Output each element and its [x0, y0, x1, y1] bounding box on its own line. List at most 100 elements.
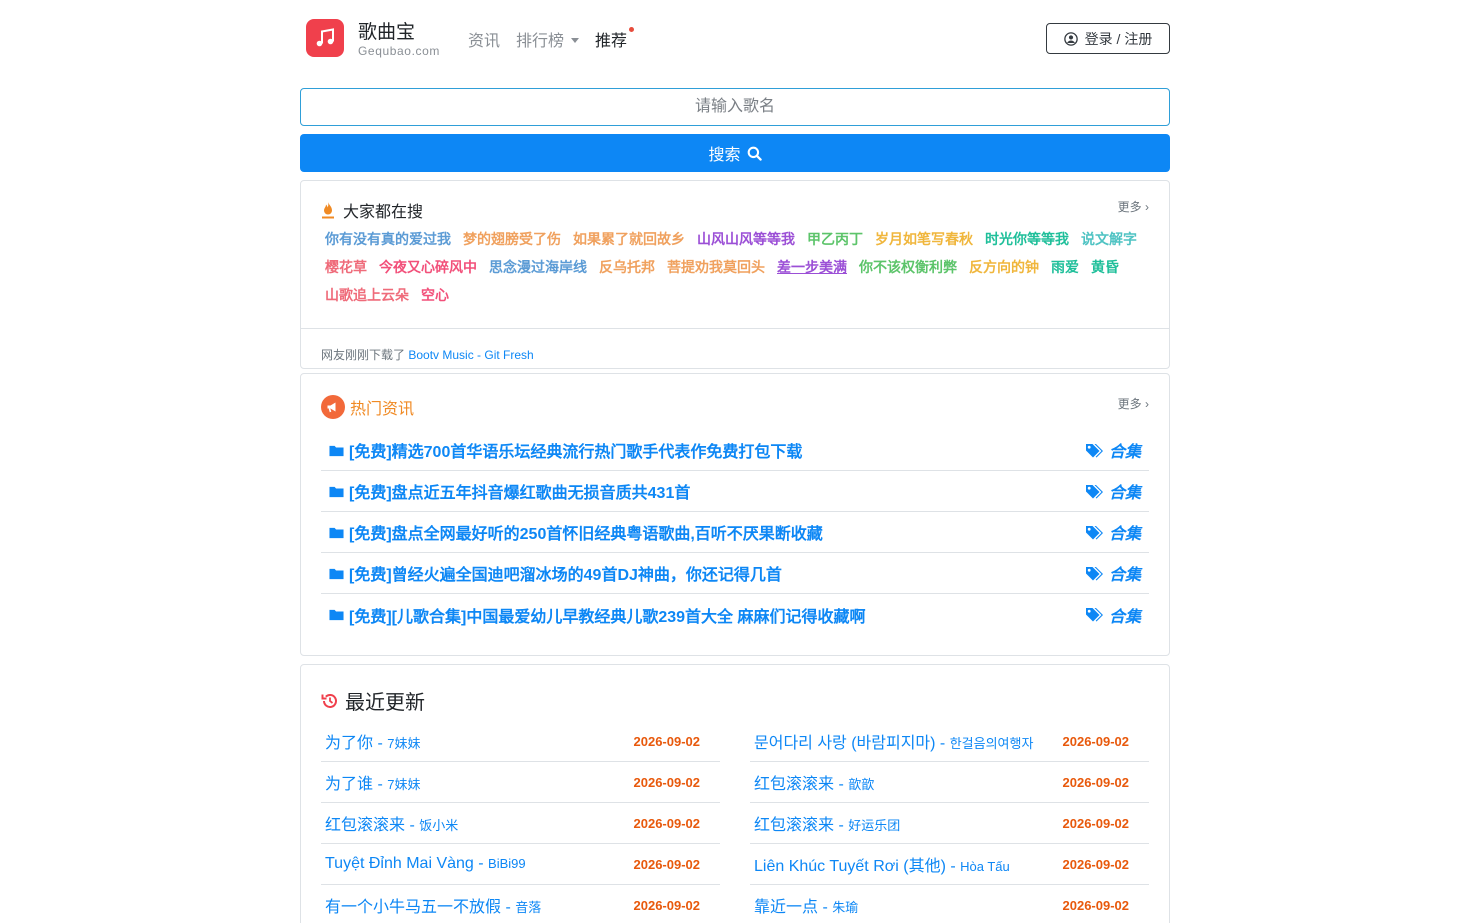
- update-date: 2026-09-02: [633, 733, 701, 749]
- song-title: 红包滚滚来: [754, 817, 835, 834]
- hot-more-link[interactable]: 更多 ›: [1118, 198, 1149, 215]
- song-title: 靠近一点: [754, 899, 819, 916]
- recent-row: 为了谁 - 7妹妹 2026-09-02: [321, 762, 720, 803]
- caret-down-icon: [571, 37, 580, 43]
- nav-item-ranking[interactable]: 排行榜: [516, 27, 580, 51]
- hot-tag[interactable]: 时光你等等我: [985, 230, 1069, 249]
- hot-tag[interactable]: 如果累了就回故乡: [573, 230, 685, 249]
- recent-column-right: 문어다리 사랑 (바람피지마) - 한걸음의여행자 2026-09-02 红包滚滚来…: [750, 721, 1149, 923]
- song-title: 红包滚滚来: [325, 817, 406, 834]
- hot-tag[interactable]: 梦的翅膀受了伤: [463, 230, 561, 249]
- song-artist: 7妹妹: [387, 736, 421, 751]
- hot-tag[interactable]: 反乌托邦: [599, 258, 655, 277]
- hot-tag[interactable]: 菩提劝我莫回头: [667, 258, 765, 277]
- news-row: [免费]曾经火遍全国迪吧溜冰场的49首DJ神曲，你还记得几首 合集: [321, 553, 1149, 594]
- song-artist: 饭小米: [419, 818, 459, 833]
- hot-tag[interactable]: 雨爱: [1051, 258, 1079, 277]
- news-tag-label: 合集: [1108, 567, 1141, 584]
- download-ticker: 网友刚刚下载了 Bootv Music - Git Fresh: [301, 328, 1169, 369]
- song-link[interactable]: 为了谁 - 7妹妹: [325, 770, 420, 794]
- hot-tag[interactable]: 空心: [421, 286, 449, 305]
- song-artist: BiBi99: [488, 856, 526, 871]
- update-date: 2026-09-02: [1062, 774, 1130, 790]
- news-link[interactable]: [免费]盘点全网最好听的250首怀旧经典粤语歌曲,百听不厌果断收藏: [329, 520, 823, 544]
- hot-tag[interactable]: 反方向的钟: [969, 258, 1039, 277]
- song-link[interactable]: 有一个小牛马五一不放假 - 音落: [325, 893, 541, 917]
- song-title: 有一个小牛马五一不放假: [325, 899, 502, 916]
- news-link[interactable]: [免费]精选700首华语乐坛经典流行热门歌手代表作免费打包下载: [329, 438, 802, 462]
- nav-item-news[interactable]: 资讯: [468, 27, 500, 51]
- recent-row: 红包滚滚来 - 饭小米 2026-09-02: [321, 803, 720, 844]
- folder-icon: [329, 445, 344, 456]
- update-date: 2026-09-02: [1062, 856, 1130, 872]
- recent-title: 最近更新: [321, 686, 425, 715]
- song-link[interactable]: Tuyệt Đỉnh Mai Vàng - BiBi99: [325, 855, 526, 873]
- song-link[interactable]: 문어다리 사랑 (바람피지마) - 한걸음의여행자: [754, 729, 1033, 753]
- nav-item-recommend[interactable]: 推荐: [595, 27, 635, 51]
- hot-tag[interactable]: 差一步美满: [777, 258, 847, 277]
- recent-row: Tuyệt Đỉnh Mai Vàng - BiBi99 2026-09-02: [321, 844, 720, 885]
- song-artist: Hòa Tấu: [960, 859, 1010, 874]
- news-tag-link[interactable]: 合集: [1085, 561, 1141, 585]
- recent-grid: 为了你 - 7妹妹 2026-09-02 为了谁 - 7妹妹 2026-09-02 红包…: [321, 721, 1149, 923]
- hot-tag[interactable]: 甲乙丙丁: [807, 230, 863, 249]
- hot-tag[interactable]: 你不该权衡利弊: [859, 258, 957, 277]
- news-title: [免费]曾经火遍全国迪吧溜冰场的49首DJ神曲，你还记得几首: [349, 567, 782, 584]
- hot-tag[interactable]: 你有没有真的爱过我: [325, 230, 451, 249]
- news-more-link[interactable]: 更多 ›: [1118, 395, 1149, 412]
- song-link[interactable]: Liên Khúc Tuyết Rơi (其他) - Hòa Tấu: [754, 852, 1010, 876]
- news-title: [免费]精选700首华语乐坛经典流行热门歌手代表作免费打包下载: [349, 444, 803, 461]
- song-artist: 歆歆: [848, 777, 875, 792]
- recent-updates-card: 最近更新 为了你 - 7妹妹 2026-09-02 为了谁 - 7妹妹 2026-09…: [300, 664, 1170, 923]
- download-song-link[interactable]: Bootv Music - Git Fresh: [408, 348, 533, 362]
- search-icon: [747, 146, 762, 161]
- hot-tag[interactable]: 山歌追上云朵: [325, 286, 409, 305]
- hot-tag[interactable]: 今夜又心碎风中: [379, 258, 477, 277]
- brand-name[interactable]: 歌曲宝: [358, 17, 415, 44]
- news-tag-label: 合集: [1108, 608, 1141, 626]
- song-artist: 朱瑜: [832, 900, 859, 915]
- megaphone-icon: [321, 395, 345, 419]
- login-register-button[interactable]: 登录 / 注册: [1046, 23, 1170, 54]
- hot-tag[interactable]: 山风山风等等我: [697, 230, 795, 249]
- news-row: [免费]盘点近五年抖音爆红歌曲无损音质共431首 合集: [321, 471, 1149, 512]
- song-title: 红包滚滚来: [754, 776, 835, 793]
- recent-row: 红包滚滚来 - 歆歆 2026-09-02: [750, 762, 1149, 803]
- main-nav: 资讯 排行榜 推荐: [468, 27, 643, 51]
- hot-news-title: 热门资讯: [321, 395, 414, 419]
- search-input[interactable]: [300, 88, 1170, 126]
- section-title-text: 大家都在搜: [343, 204, 424, 221]
- news-tag-link[interactable]: 合集: [1085, 603, 1141, 627]
- news-tag-link[interactable]: 合集: [1085, 479, 1141, 503]
- song-link[interactable]: 为了你 - 7妹妹: [325, 729, 420, 753]
- update-date: 2026-09-02: [1062, 733, 1130, 749]
- news-link[interactable]: [免费]盘点近五年抖音爆红歌曲无损音质共431首: [329, 479, 690, 503]
- folder-icon: [329, 568, 344, 579]
- song-title: 为了谁: [325, 776, 374, 793]
- hot-tag[interactable]: 黄昏: [1091, 258, 1119, 277]
- song-link[interactable]: 红包滚滚来 - 歆歆: [754, 770, 874, 794]
- news-tag-link[interactable]: 合集: [1085, 520, 1141, 544]
- tags-icon: [1085, 443, 1103, 457]
- news-tag-label: 合集: [1108, 444, 1141, 461]
- news-tag-label: 合集: [1108, 526, 1141, 543]
- song-link[interactable]: 红包滚滚来 - 好运乐团: [754, 811, 900, 835]
- tags-icon: [1085, 525, 1103, 539]
- song-link[interactable]: 红包滚滚来 - 饭小米: [325, 811, 458, 835]
- news-link[interactable]: [免费][儿歌合集]中国最爱幼儿早教经典儿歌239首大全 麻麻们记得收藏啊: [329, 603, 865, 627]
- news-link[interactable]: [免费]曾经火遍全国迪吧溜冰场的49首DJ神曲，你还记得几首: [329, 561, 782, 585]
- hot-tag[interactable]: 岁月如笔写春秋: [875, 230, 973, 249]
- search-label: 搜索: [708, 147, 741, 164]
- news-title: [免费][儿歌合集]中国最爱幼儿早教经典儿歌239首大全 麻麻们记得收藏啊: [349, 608, 866, 626]
- hot-tag[interactable]: 思念漫过海岸线: [489, 258, 587, 277]
- music-note-icon[interactable]: [306, 19, 344, 57]
- fire-icon: [322, 202, 334, 219]
- update-date: 2026-09-02: [633, 815, 701, 831]
- recent-row: 靠近一点 - 朱瑜 2026-09-02: [750, 885, 1149, 923]
- hot-tag[interactable]: 说文解字: [1081, 230, 1137, 249]
- song-link[interactable]: 靠近一点 - 朱瑜: [754, 893, 858, 917]
- search-button[interactable]: 搜索: [300, 134, 1170, 172]
- recent-row: Liên Khúc Tuyết Rơi (其他) - Hòa Tấu 2026-0…: [750, 844, 1149, 885]
- news-tag-link[interactable]: 合集: [1085, 438, 1141, 462]
- hot-tag[interactable]: 樱花草: [325, 258, 367, 277]
